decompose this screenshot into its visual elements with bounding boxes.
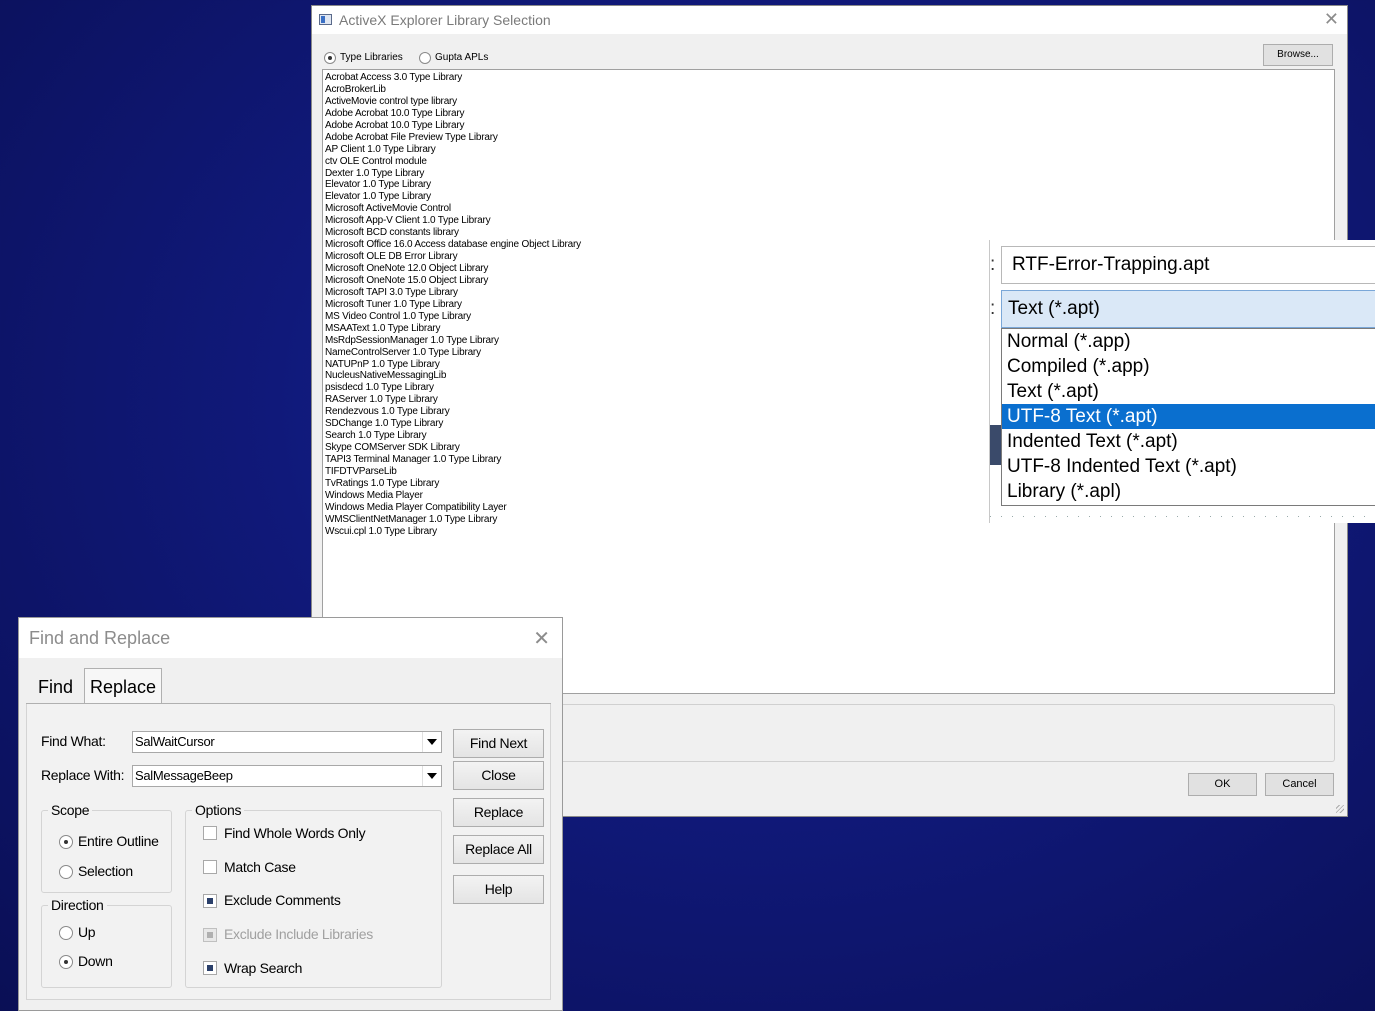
background-window-edge	[990, 425, 1001, 465]
type-libraries-radio[interactable]	[324, 52, 336, 64]
down-label[interactable]: Down	[78, 953, 113, 969]
list-item[interactable]: Microsoft BCD constants library	[325, 227, 1334, 239]
match-case-checkbox[interactable]	[203, 860, 217, 874]
ok-button[interactable]: OK	[1188, 773, 1257, 796]
exclude-comments-label[interactable]: Exclude Comments	[224, 892, 341, 908]
list-item[interactable]: ActiveMovie control type library	[325, 96, 1334, 108]
selection-radio[interactable]	[59, 865, 73, 879]
type-libraries-label[interactable]: Type Libraries	[340, 52, 403, 63]
find-whole-words-checkbox[interactable]	[203, 826, 217, 840]
entire-outline-label[interactable]: Entire Outline	[78, 833, 159, 849]
filename-field[interactable]: RTF-Error-Trapping.apt	[1001, 246, 1375, 284]
file-type-select[interactable]: Text (*.apt)	[1001, 290, 1375, 328]
file-type-option[interactable]: Normal (*.app)	[1002, 329, 1375, 354]
scope-group: Scope Entire Outline Selection	[41, 802, 172, 893]
close-button[interactable]: Close	[453, 761, 544, 790]
tab-replace[interactable]: Replace	[84, 668, 163, 704]
wrap-search-checkbox[interactable]	[203, 961, 217, 975]
save-as-type-panel: : RTF-Error-Trapping.apt : Text (*.apt) …	[989, 240, 1375, 523]
replace-with-combo[interactable]: SalMessageBeep	[132, 765, 442, 787]
file-type-dropdown-list[interactable]: Normal (*.app) Compiled (*.app) Text (*.ap…	[1001, 328, 1375, 506]
find-next-button[interactable]: Find Next	[453, 729, 544, 758]
list-item[interactable]: Wscui.cpl 1.0 Type Library	[325, 526, 1334, 538]
tab-find[interactable]: Find	[38, 677, 73, 698]
help-button[interactable]: Help	[453, 875, 544, 904]
activex-window-title: ActiveX Explorer Library Selection	[339, 12, 551, 28]
list-item[interactable]: Elevator 1.0 Type Library	[325, 191, 1334, 203]
selection-label[interactable]: Selection	[78, 863, 133, 879]
file-type-option[interactable]: Library (*.apl)	[1002, 479, 1375, 504]
direction-title: Direction	[48, 897, 107, 913]
file-type-option[interactable]: Text (*.apt)	[1002, 379, 1375, 404]
cancel-button[interactable]: Cancel	[1265, 773, 1334, 796]
window-app-icon	[319, 14, 332, 25]
dotted-divider	[990, 516, 1375, 517]
find-replace-title-bar: Find and Replace ✕	[19, 618, 562, 658]
chevron-down-icon[interactable]	[422, 732, 441, 752]
list-item[interactable]: Dexter 1.0 Type Library	[325, 168, 1334, 180]
entire-outline-radio[interactable]	[59, 835, 73, 849]
activex-title-bar: ActiveX Explorer Library Selection ✕	[312, 6, 1347, 34]
list-item[interactable]: AP Client 1.0 Type Library	[325, 144, 1334, 156]
list-item[interactable]: Elevator 1.0 Type Library	[325, 179, 1334, 191]
list-item[interactable]: Acrobat Access 3.0 Type Library	[325, 72, 1334, 84]
find-what-combo[interactable]: SalWaitCursor	[132, 731, 442, 753]
find-and-replace-dialog: Find and Replace ✕ Find Replace Find Wha…	[18, 617, 563, 1011]
match-case-label[interactable]: Match Case	[224, 859, 296, 875]
file-type-option[interactable]: UTF-8 Indented Text (*.apt)	[1002, 454, 1375, 479]
exclude-include-libraries-label: Exclude Include Libraries	[224, 926, 373, 942]
replace-button[interactable]: Replace	[453, 798, 544, 827]
replace-with-label: Replace With:	[41, 767, 125, 783]
up-label[interactable]: Up	[78, 924, 96, 940]
options-group: Options Find Whole Words Only Match Case…	[185, 802, 442, 988]
close-icon[interactable]: ✕	[1324, 9, 1339, 30]
options-title: Options	[192, 802, 245, 818]
gupta-apls-radio[interactable]	[419, 52, 431, 64]
list-item[interactable]: Adobe Acrobat 10.0 Type Library	[325, 108, 1334, 120]
up-radio[interactable]	[59, 926, 73, 940]
list-item[interactable]: AcroBrokerLib	[325, 84, 1334, 96]
direction-group: Direction Up Down	[41, 897, 172, 988]
find-what-value: SalWaitCursor	[135, 734, 215, 749]
browse-button[interactable]: Browse...	[1263, 44, 1333, 66]
list-item[interactable]: Microsoft ActiveMovie Control	[325, 203, 1334, 215]
scope-title: Scope	[48, 802, 93, 818]
exclude-include-libraries-checkbox	[203, 928, 217, 942]
file-type-option[interactable]: UTF-8 Text (*.apt)	[1002, 404, 1375, 429]
list-item[interactable]: ctv OLE Control module	[325, 156, 1334, 168]
list-item[interactable]: Microsoft App-V Client 1.0 Type Library	[325, 215, 1334, 227]
replace-all-button[interactable]: Replace All	[453, 835, 544, 864]
list-item[interactable]: Adobe Acrobat File Preview Type Library	[325, 132, 1334, 144]
find-replace-title: Find and Replace	[29, 628, 171, 648]
file-type-option[interactable]: Indented Text (*.apt)	[1002, 429, 1375, 454]
chevron-down-icon[interactable]	[422, 766, 441, 786]
replace-tab-panel: Find What: SalWaitCursor Replace With: S…	[26, 704, 551, 1000]
find-what-label: Find What:	[41, 733, 106, 749]
resize-grip[interactable]	[1336, 805, 1344, 813]
wrap-search-label[interactable]: Wrap Search	[224, 960, 302, 976]
file-type-option[interactable]: Compiled (*.app)	[1002, 354, 1375, 379]
list-item[interactable]: Adobe Acrobat 10.0 Type Library	[325, 120, 1334, 132]
exclude-comments-checkbox[interactable]	[203, 894, 217, 908]
gupta-apls-label[interactable]: Gupta APLs	[435, 52, 488, 63]
filename-label-colon: :	[990, 254, 996, 275]
replace-with-value: SalMessageBeep	[135, 768, 233, 783]
find-whole-words-label[interactable]: Find Whole Words Only	[224, 825, 366, 841]
close-icon[interactable]: ✕	[533, 626, 550, 651]
type-label-colon: :	[990, 298, 996, 319]
down-radio[interactable]	[59, 955, 73, 969]
